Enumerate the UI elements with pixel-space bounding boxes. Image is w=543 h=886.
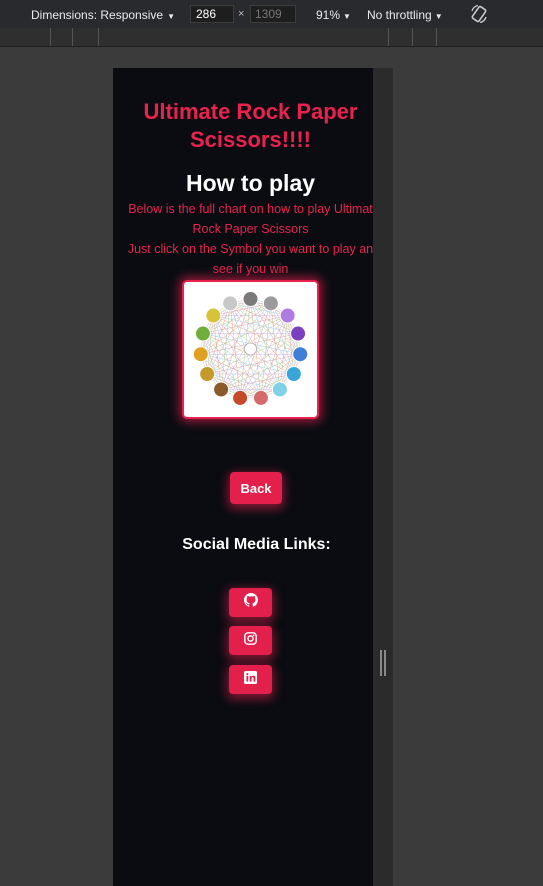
chart-connector-line xyxy=(220,298,251,390)
device-viewport: Ultimate Rock Paper Scissors!!!! How to … xyxy=(113,68,373,886)
page-title: Ultimate Rock Paper Scissors!!!! xyxy=(143,99,358,152)
description-line: Rock Paper Scissors xyxy=(192,222,309,236)
chart-symbol-node xyxy=(242,291,259,307)
rules-chart-image xyxy=(182,280,319,419)
instagram-icon xyxy=(244,631,257,650)
instagram-link-button[interactable] xyxy=(229,626,272,655)
chart-symbol-node xyxy=(285,366,302,382)
github-link-button[interactable] xyxy=(229,588,272,617)
description-line: Below is the full chart on how to play U… xyxy=(128,202,373,216)
chart-symbol-node xyxy=(192,346,209,363)
media-query-ruler xyxy=(0,28,543,47)
viewport-gutter xyxy=(373,68,393,886)
chart-symbol-node xyxy=(232,389,249,406)
zoom-dropdown[interactable]: 91% ▼ xyxy=(316,8,351,22)
chart-symbol-node xyxy=(194,325,211,342)
chevron-down-icon: ▼ xyxy=(434,12,443,21)
chart-connector-line xyxy=(250,298,281,390)
dimensions-dropdown[interactable]: Dimensions: Responsive ▼ xyxy=(31,8,175,22)
back-button[interactable]: Back xyxy=(230,472,282,504)
chart-symbol-node xyxy=(205,307,222,324)
chart-symbol-node xyxy=(252,389,269,406)
chevron-down-icon: ▼ xyxy=(343,12,351,21)
linkedin-icon xyxy=(244,670,257,689)
chart-symbol-node xyxy=(213,381,230,398)
how-to-play-heading: How to play xyxy=(185,170,316,196)
devtools-toolbar: Dimensions: Responsive ▼ 286 × 1309 91% ▼ … xyxy=(0,0,543,28)
github-icon xyxy=(243,593,258,612)
height-input[interactable]: 1309 xyxy=(250,5,296,23)
chevron-down-icon: ▼ xyxy=(167,12,175,21)
chart-symbol-node xyxy=(262,295,279,312)
social-media-heading: Social Media Links: xyxy=(182,536,331,553)
dimensions-label: Dimensions: Responsive xyxy=(31,8,164,22)
times-label: × xyxy=(238,8,245,20)
chart-symbol-node xyxy=(271,381,288,398)
chart-symbol-node xyxy=(199,366,216,382)
zoom-label: 91% xyxy=(316,8,341,22)
chart-symbol-node xyxy=(279,307,296,324)
chart-symbol-node xyxy=(222,295,239,312)
description-line: Just click on the Symbol you want to pla… xyxy=(127,242,373,256)
chart-symbol-node xyxy=(290,325,307,342)
linkedin-link-button[interactable] xyxy=(229,665,272,694)
chart-center-node xyxy=(244,342,257,356)
description-line: see if you win xyxy=(212,262,289,276)
throttling-dropdown[interactable]: No throttling ▼ xyxy=(367,8,443,22)
resize-handle[interactable] xyxy=(380,650,386,676)
rotate-icon[interactable] xyxy=(470,4,488,24)
throttling-label: No throttling xyxy=(367,8,432,22)
width-input[interactable]: 286 xyxy=(190,5,234,23)
chart-symbol-node xyxy=(292,346,309,363)
